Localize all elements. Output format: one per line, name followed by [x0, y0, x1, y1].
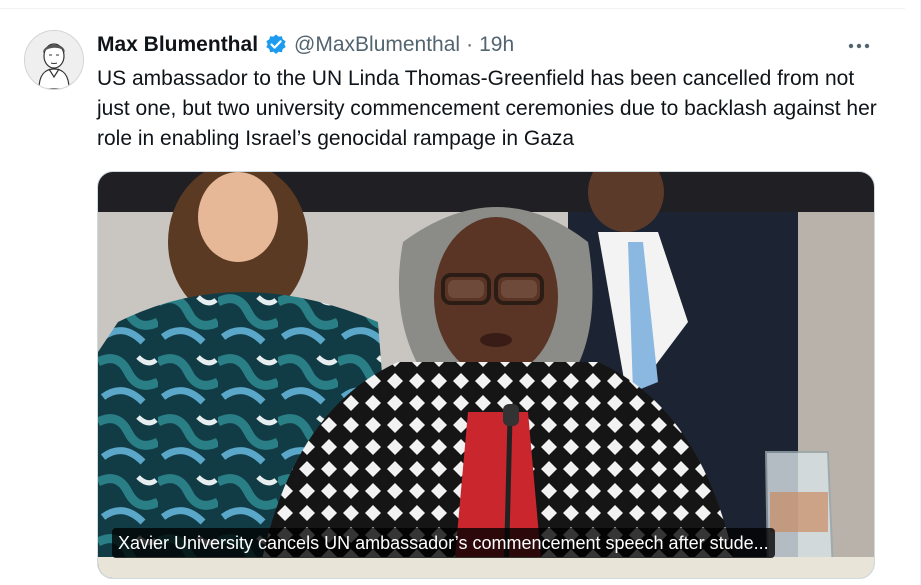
tweet-header: Max Blumenthal @MaxBlumenthal · 19h [97, 32, 514, 58]
tweet-media-image[interactable]: Xavier University cancels UN ambassador’… [97, 171, 875, 579]
timestamp[interactable]: 19h [479, 33, 514, 57]
media-caption[interactable]: Xavier University cancels UN ambassador’… [112, 528, 775, 558]
avatar[interactable] [24, 30, 84, 90]
photo-illustration [98, 172, 874, 578]
tweet-text: US ambassador to the UN Linda Thomas-Gre… [97, 67, 877, 150]
display-name[interactable]: Max Blumenthal [97, 33, 258, 57]
avatar-sketch [25, 31, 83, 89]
handle[interactable]: @MaxBlumenthal [294, 33, 460, 57]
verified-badge-icon [266, 34, 286, 54]
more-dots-icon[interactable] [846, 36, 872, 56]
separator-dot: · [466, 33, 474, 56]
tweet-card[interactable]: Max Blumenthal @MaxBlumenthal · 19h US a… [0, 0, 921, 585]
divider [0, 8, 905, 9]
